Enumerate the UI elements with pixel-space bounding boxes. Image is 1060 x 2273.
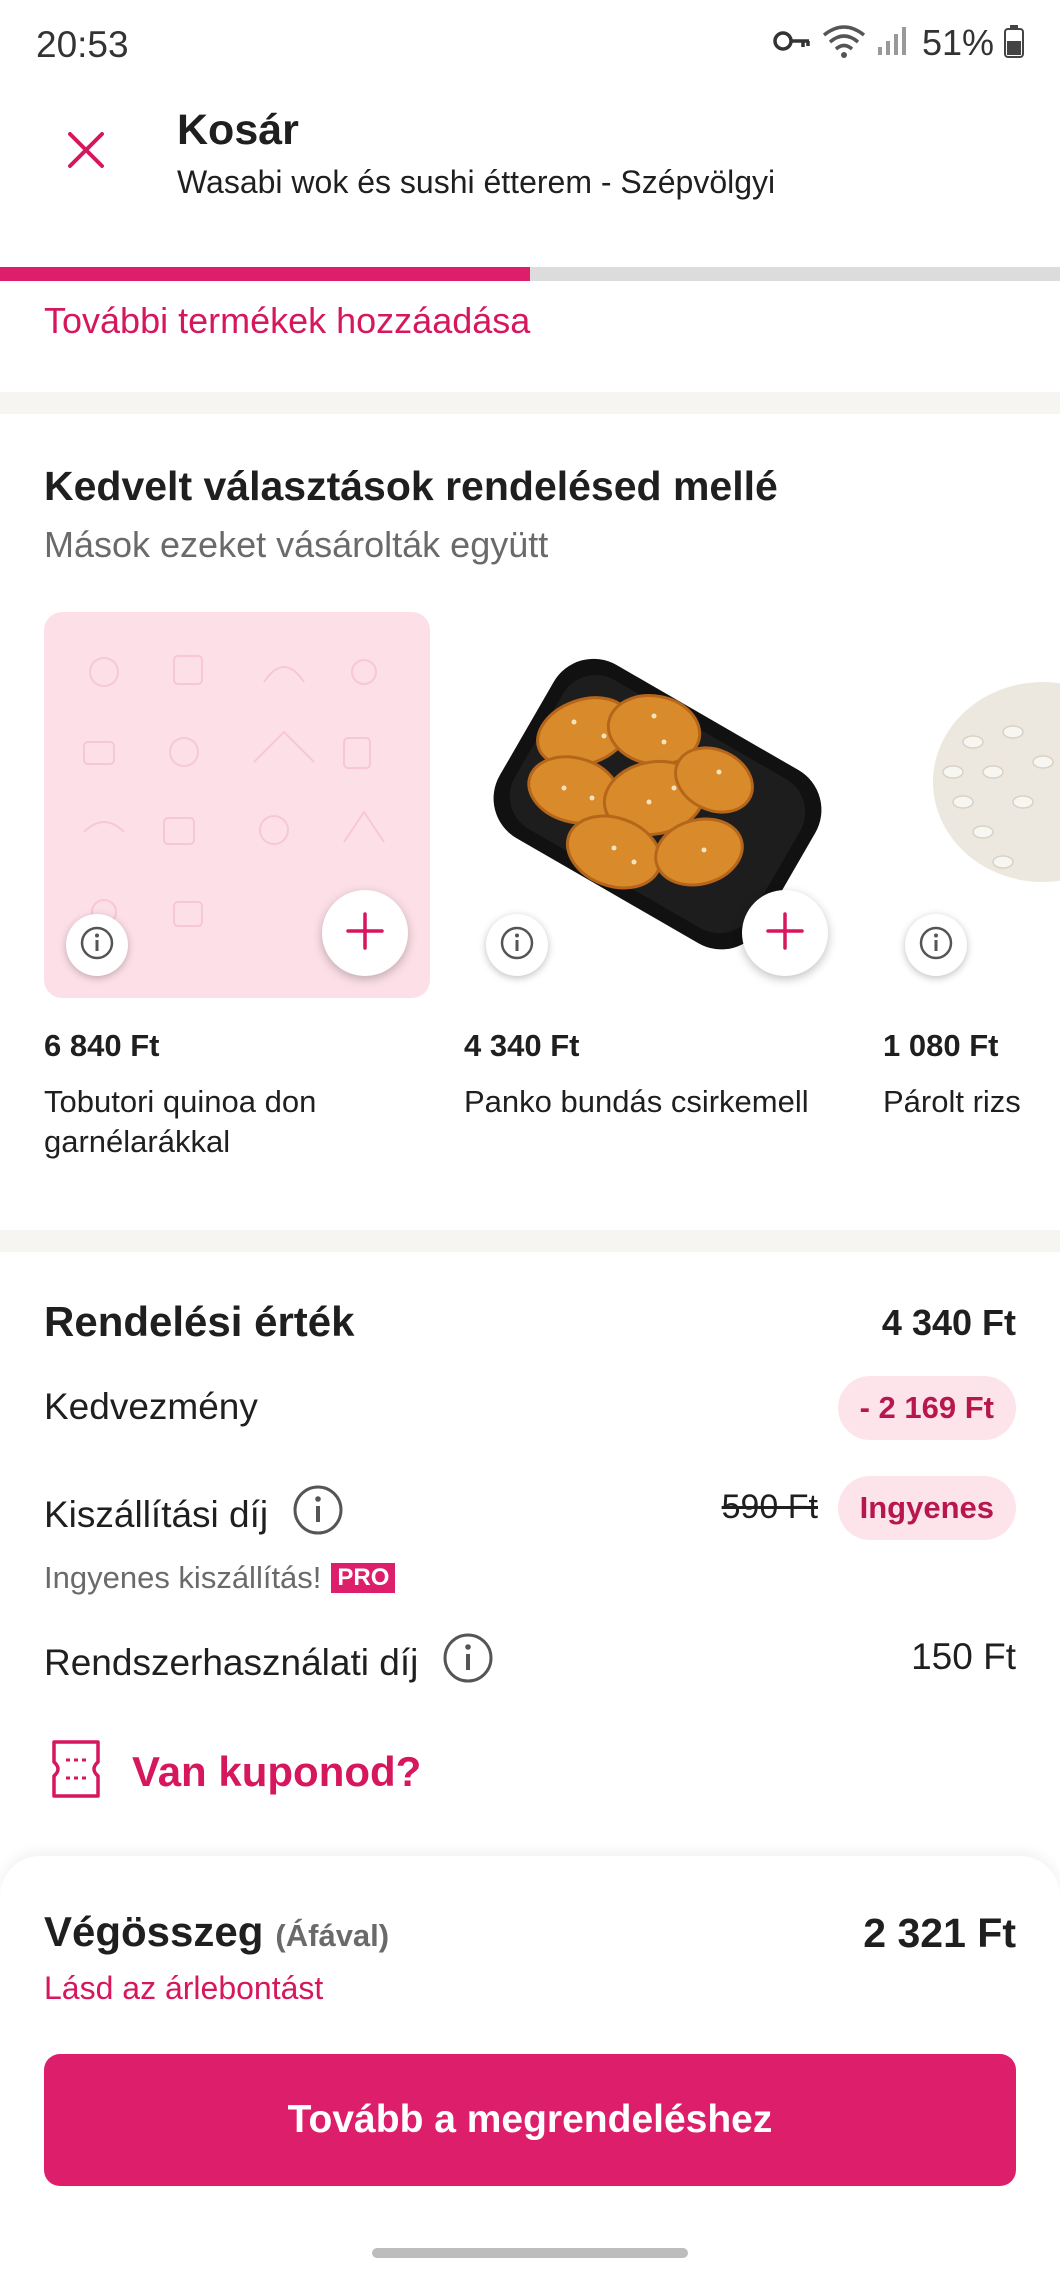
- info-icon: [499, 925, 535, 966]
- info-icon: [918, 925, 954, 966]
- home-indicator[interactable]: [372, 2248, 688, 2258]
- order-value: 4 340 Ft: [881, 1302, 1016, 1343]
- signal-icon: [876, 25, 906, 62]
- close-icon: [66, 130, 106, 175]
- ticket-icon: [50, 1738, 102, 1805]
- plus-icon: [345, 911, 385, 956]
- delivery-fee-row: Kiszállítási díj 590 Ft Ingyenes: [44, 1476, 1016, 1542]
- suggestions-carousel[interactable]: 6 840 Ft Tobutori quinoa don garnélarákk…: [0, 612, 1060, 1172]
- delivery-free-badge: Ingyenes: [837, 1476, 1016, 1540]
- wifi-icon: [822, 23, 866, 64]
- product-image: [883, 612, 1060, 998]
- restaurant-name: Wasabi wok és sushi étterem - Szépvölgyi: [177, 164, 776, 200]
- vat-note: (Áfával): [275, 1918, 390, 1953]
- price-breakdown-link[interactable]: Lásd az árlebontást: [44, 1970, 323, 2007]
- info-icon: [79, 925, 115, 966]
- discount-row: Kedvezmény - 2 169 Ft: [44, 1376, 1016, 1442]
- checkout-button[interactable]: Tovább a megrendeléshez: [44, 2054, 1016, 2186]
- total-label-group: Végösszeg (Áfával): [44, 1908, 389, 1956]
- add-more-products-link[interactable]: További termékek hozzáadása: [44, 300, 530, 342]
- cart-header: Kosár Wasabi wok és sushi étterem - Szép…: [0, 92, 1060, 267]
- product-price: 1 080 Ft: [883, 1028, 999, 1063]
- discount-badge: - 2 169 Ft: [837, 1376, 1016, 1440]
- plus-icon: [765, 911, 805, 956]
- battery-percent: 51%: [921, 22, 994, 63]
- close-button[interactable]: [56, 122, 116, 182]
- product-name: Párolt rizs: [883, 1084, 1021, 1119]
- product-info-button[interactable]: [486, 914, 548, 976]
- order-value-row: Rendelési érték 4 340 Ft: [44, 1298, 1016, 1346]
- status-time: 20:53: [36, 24, 129, 65]
- info-icon[interactable]: [442, 1632, 494, 1693]
- product-image: [464, 612, 850, 998]
- status-bar: 20:53 51%: [0, 0, 1060, 92]
- product-price: 4 340 Ft: [464, 1028, 580, 1063]
- product-price: 6 840 Ft: [44, 1028, 160, 1063]
- add-to-cart-button[interactable]: [742, 890, 828, 976]
- service-fee-label-group: Rendszerhasználati díj: [44, 1632, 1016, 1693]
- total-label: Végösszeg: [44, 1908, 264, 1955]
- product-name: Tobutori quinoa don garnélarákkal: [44, 1084, 317, 1159]
- add-to-cart-button[interactable]: [322, 890, 408, 976]
- battery-icon: [1004, 24, 1024, 63]
- order-value-label: Rendelési érték: [44, 1298, 355, 1345]
- delivery-fee-original: 590 Ft: [721, 1488, 818, 1526]
- service-fee-row: Rendszerhasználati díj 150 Ft: [44, 1632, 1016, 1688]
- section-divider: [0, 1230, 1060, 1252]
- free-delivery-note: Ingyenes kiszállítás! PRO: [44, 1560, 396, 1596]
- product-image-placeholder: [44, 612, 430, 998]
- total-value: 2 321 Ft: [863, 1910, 1016, 1956]
- free-delivery-text: Ingyenes kiszállítás!: [44, 1560, 322, 1595]
- coupon-button[interactable]: Van kuponod?: [50, 1738, 421, 1805]
- status-icons: 51%: [772, 22, 1024, 64]
- pro-badge: PRO: [331, 1563, 396, 1593]
- suggestions-title: Kedvelt választások rendelésed mellé: [44, 463, 778, 509]
- key-icon: [772, 29, 812, 58]
- coupon-label: Van kuponod?: [132, 1747, 422, 1795]
- suggestions-subtitle: Mások ezeket vásárolták együtt: [44, 524, 549, 565]
- service-fee-label: Rendszerhasználati díj: [44, 1641, 419, 1683]
- product-info-button[interactable]: [905, 914, 967, 976]
- delivery-fee-label: Kiszállítási díj: [44, 1493, 269, 1535]
- product-name: Panko bundás csirkemell: [464, 1084, 809, 1119]
- info-icon[interactable]: [292, 1484, 344, 1545]
- page-title: Kosár: [177, 106, 299, 154]
- checkout-panel: Végösszeg (Áfával) 2 321 Ft Lásd az árleb…: [0, 1856, 1060, 2273]
- section-divider: [0, 392, 1060, 414]
- progress-bar: [0, 267, 1060, 281]
- progress-fill: [0, 267, 530, 281]
- product-info-button[interactable]: [66, 914, 128, 976]
- service-fee-value: 150 Ft: [911, 1636, 1016, 1677]
